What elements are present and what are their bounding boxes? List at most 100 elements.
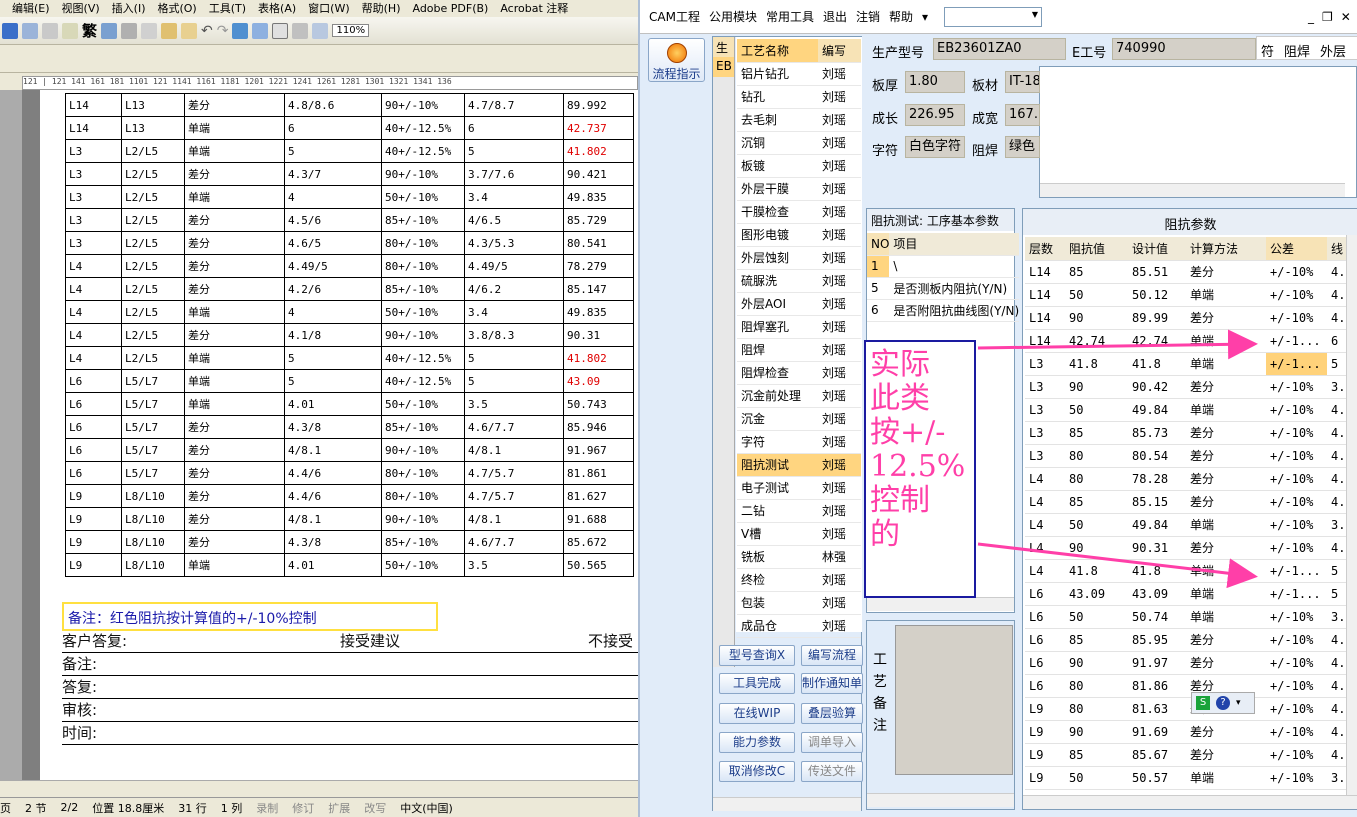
- process-row[interactable]: 外层蚀刻 刘瑶: [737, 246, 861, 270]
- undo-icon[interactable]: ↶: [201, 23, 213, 39]
- impedance-row[interactable]: L9 85 85.67 差分 +/-10% 4.: [1025, 743, 1348, 767]
- impedance-row[interactable]: L6 90 91.97 差分 +/-10% 4.: [1025, 651, 1348, 675]
- make-notice-button[interactable]: 制作通知单: [801, 673, 863, 694]
- cam-menu-item[interactable]: CAM工程: [649, 8, 700, 25]
- process-row[interactable]: 去毛刺 刘瑶: [737, 108, 861, 132]
- process-row[interactable]: 成品仓 刘瑶: [737, 614, 861, 638]
- map-icon[interactable]: [312, 22, 329, 39]
- tool-complete-button[interactable]: 工具完成: [719, 673, 795, 694]
- material-field[interactable]: IT-18: [1005, 71, 1040, 93]
- word-menu-item[interactable]: 工具(T): [209, 0, 246, 16]
- capability-params-button[interactable]: 能力参数: [719, 732, 795, 753]
- write-flow-button[interactable]: 编写流程: [801, 645, 863, 666]
- word-menu-item[interactable]: Acrobat 注释: [500, 0, 568, 16]
- word-menu-item[interactable]: 插入(I): [112, 0, 146, 16]
- print-preview-icon[interactable]: [62, 22, 78, 39]
- import-order-button[interactable]: 调单导入: [801, 732, 863, 753]
- process-row[interactable]: 二钻 刘瑶: [737, 499, 861, 523]
- close-icon[interactable]: ✕: [1341, 10, 1351, 26]
- process-col-header[interactable]: 编写: [817, 39, 861, 63]
- status-ext[interactable]: 扩展: [328, 800, 350, 816]
- email-icon[interactable]: [22, 22, 38, 39]
- process-row[interactable]: 阻焊塞孔 刘瑶: [737, 315, 861, 339]
- process-hscroll[interactable]: [713, 797, 861, 811]
- sogou-icon[interactable]: S: [1196, 696, 1210, 710]
- impedance-col-header[interactable]: 阻抗值: [1065, 237, 1128, 261]
- cam-menu-item[interactable]: 注销: [856, 8, 880, 25]
- process-row[interactable]: 终检 刘瑶: [737, 568, 861, 592]
- restore-icon[interactable]: ❐: [1322, 10, 1333, 26]
- process-row[interactable]: 图形电镀 刘瑶: [737, 223, 861, 247]
- test-row[interactable]: 1 \: [867, 255, 1020, 278]
- word-menu-item[interactable]: 视图(V): [62, 0, 100, 16]
- impedance-row[interactable]: L14 50 50.12 单端 +/-10% 4.: [1025, 283, 1348, 307]
- impedance-row[interactable]: L14 85 85.51 差分 +/-10% 4.: [1025, 260, 1348, 284]
- drawing-icon[interactable]: [292, 22, 309, 39]
- status-rec[interactable]: 录制: [256, 800, 278, 816]
- impedance-col-header[interactable]: 公差: [1266, 237, 1327, 261]
- note-hscroll[interactable]: [867, 793, 1014, 807]
- process-row[interactable]: 沉铜 刘瑶: [737, 131, 861, 155]
- copy-icon[interactable]: [141, 22, 158, 39]
- process-row[interactable]: 字符 刘瑶: [737, 430, 861, 454]
- impedance-row[interactable]: L9 50 50.57 单端 +/-10% 3.: [1025, 766, 1348, 790]
- impedance-row[interactable]: L6 80 81.86 差分 +/-10% 4.: [1025, 674, 1348, 698]
- impedance-col-header[interactable]: 计算方法: [1186, 237, 1266, 261]
- minimize-icon[interactable]: _: [1308, 10, 1314, 26]
- word-menu-item[interactable]: 格式(O): [157, 0, 196, 16]
- format-painter-icon[interactable]: [181, 22, 198, 39]
- hyperlink-icon[interactable]: [232, 22, 249, 39]
- mask-field[interactable]: 绿色: [1005, 136, 1040, 158]
- stackup-check-button[interactable]: 叠层验算: [801, 703, 863, 724]
- process-row[interactable]: 阻焊 刘瑶: [737, 338, 861, 362]
- traditional-chinese-icon[interactable]: 繁: [82, 20, 97, 41]
- process-row[interactable]: 钻孔 刘瑶: [737, 85, 861, 109]
- print-icon[interactable]: [42, 22, 58, 39]
- side-tab-0[interactable]: 生: [713, 37, 734, 57]
- process-row[interactable]: 硫脲洗 刘瑶: [737, 269, 861, 293]
- columns-icon[interactable]: [272, 22, 289, 39]
- info-hscroll[interactable]: [1040, 183, 1345, 197]
- process-row[interactable]: 外层AOI 刘瑶: [737, 292, 861, 316]
- impedance-col-header[interactable]: 线: [1327, 237, 1348, 261]
- process-row[interactable]: 沉金前处理 刘瑶: [737, 384, 861, 408]
- process-row[interactable]: 阻焊检查 刘瑶: [737, 361, 861, 385]
- test-hscroll[interactable]: [867, 597, 1014, 611]
- cam-menu-item[interactable]: 帮助: [889, 8, 913, 25]
- impedance-col-header[interactable]: 设计值: [1128, 237, 1186, 261]
- word-menu-item[interactable]: 帮助(H): [362, 0, 401, 16]
- cancel-edit-button[interactable]: 取消修改C: [719, 761, 795, 782]
- redo-icon[interactable]: ↷: [217, 23, 229, 39]
- process-row[interactable]: 铣板 林强: [737, 545, 861, 569]
- process-col-header[interactable]: 工艺名称: [737, 39, 818, 63]
- model-query-button[interactable]: 型号查询X: [719, 645, 795, 666]
- word-menu-item[interactable]: 编辑(E): [12, 0, 50, 16]
- horizontal-scrollbar[interactable]: [0, 780, 638, 796]
- process-row[interactable]: 沉金 刘瑶: [737, 407, 861, 431]
- chevron-down-icon[interactable]: ▾: [1236, 698, 1241, 708]
- help-icon[interactable]: ?: [1216, 696, 1230, 710]
- process-row[interactable]: 阻抗测试 刘瑶: [737, 453, 861, 477]
- cam-menu-item[interactable]: 常用工具: [766, 8, 814, 25]
- impedance-row[interactable]: L9 90 91.69 差分 +/-10% 4.: [1025, 720, 1348, 744]
- status-rev[interactable]: 修订: [292, 800, 314, 816]
- cam-menu-item[interactable]: 公用模块: [709, 8, 757, 25]
- menu-more-icon[interactable]: ▾: [922, 10, 928, 24]
- width-field[interactable]: 167.1: [1005, 104, 1040, 126]
- send-file-button[interactable]: 传送文件: [801, 761, 863, 782]
- test-row[interactable]: 5 是否测板内阻抗(Y/N): [867, 277, 1020, 300]
- status-ovr[interactable]: 改写: [364, 800, 386, 816]
- length-field[interactable]: 226.95: [905, 104, 965, 126]
- word-menu-item[interactable]: 表格(A): [258, 0, 296, 16]
- word-menu-item[interactable]: 窗口(W): [308, 0, 349, 16]
- online-wip-button[interactable]: 在线WIP: [719, 703, 795, 724]
- test-row[interactable]: 6 是否附阻抗曲线图(Y/N): [867, 299, 1020, 322]
- process-row[interactable]: V槽 刘瑶: [737, 522, 861, 546]
- zoom-select[interactable]: 110%: [332, 24, 370, 37]
- impedance-col-header[interactable]: 层数: [1025, 237, 1065, 261]
- impedance-row[interactable]: L6 50 50.74 单端 +/-10% 3.: [1025, 605, 1348, 629]
- save-icon[interactable]: [2, 22, 18, 39]
- impedance-row[interactable]: L98081.63差分+/-10%4.: [1025, 697, 1348, 721]
- cam-menu-item[interactable]: 退出: [823, 8, 847, 25]
- impedance-hscroll[interactable]: [1023, 795, 1357, 809]
